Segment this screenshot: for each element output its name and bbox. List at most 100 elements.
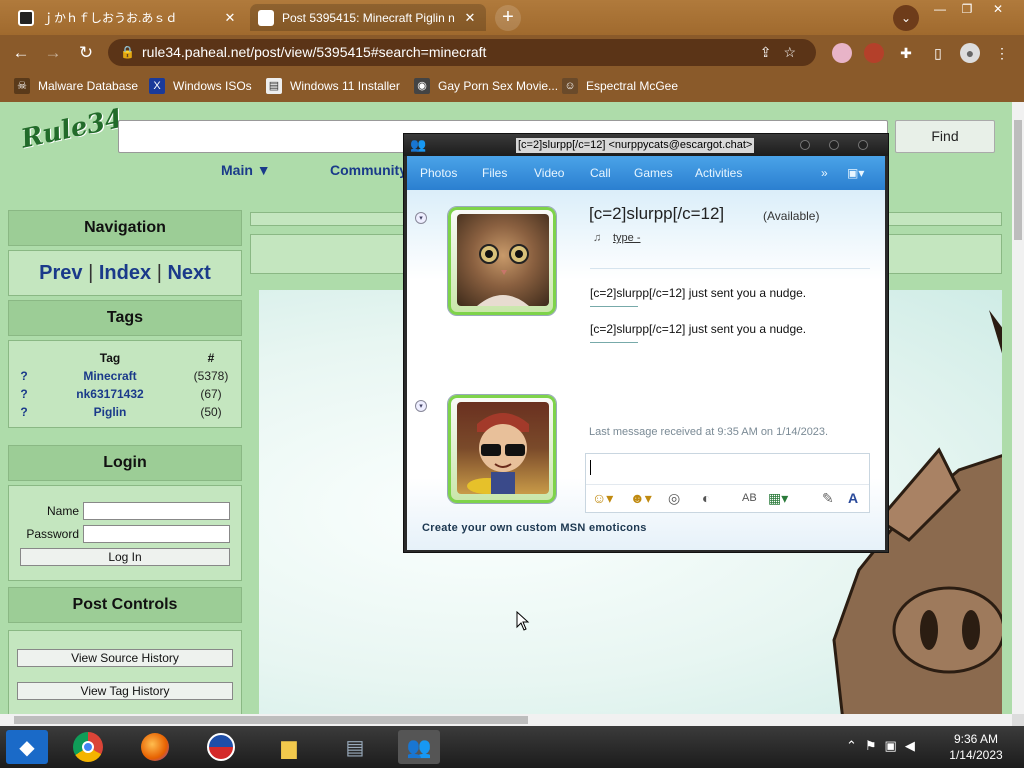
text-caret	[590, 460, 591, 475]
reload-icon[interactable]: ↻	[75, 42, 97, 64]
obama-logo-icon[interactable]	[200, 730, 242, 764]
panda-favicon-icon	[18, 9, 34, 26]
scrollbar-thumb[interactable]	[14, 716, 528, 724]
main-menu-link[interactable]: Main ▼	[221, 162, 271, 178]
browser-tab-2[interactable]: Post 5395415: Minecraft Piglin n ✕	[250, 4, 486, 31]
emoticon-ad-link[interactable]: Create your own custom MSN emoticons	[422, 522, 647, 534]
background-icon[interactable]: ▦▾	[768, 490, 788, 507]
find-button[interactable]: Find	[895, 120, 995, 153]
community-menu-link[interactable]: Community	[330, 162, 407, 178]
tab-title: Post 5395415: Minecraft Piglin n	[282, 10, 455, 25]
tab-search-chevron-icon[interactable]: ⌄	[893, 5, 919, 31]
menu-games[interactable]: Games	[634, 166, 673, 180]
bookmark-windows-11-installer[interactable]: ▤ Windows 11 Installer	[266, 77, 400, 95]
spell-check-icon[interactable]: AB	[742, 492, 757, 504]
message-input[interactable]: ☺▾ ☻▾ ◎ ◐ AB ▦▾ ✎ A	[585, 453, 870, 513]
extension-flag-icon[interactable]	[832, 43, 852, 63]
close-tab-icon[interactable]: ✕	[462, 10, 478, 26]
prev-link[interactable]: Prev	[39, 262, 82, 284]
collapse-icon[interactable]: ▾	[415, 400, 427, 412]
menu-options-icon[interactable]: ▣▾	[847, 166, 864, 180]
menu-photos[interactable]: Photos	[420, 166, 457, 180]
extension-avatar-icon[interactable]	[864, 43, 884, 63]
font-icon[interactable]: A	[848, 490, 858, 506]
profile-icon[interactable]: ●	[960, 43, 980, 63]
tag-link[interactable]: Minecraft	[39, 367, 181, 385]
tag-link[interactable]: Piglin	[39, 403, 181, 421]
clock[interactable]: 9:36 AM 1/14/2023	[938, 731, 1014, 763]
login-box: Name Password Log In	[8, 485, 242, 581]
restore-icon[interactable]: ❐	[955, 2, 979, 16]
msn-chat-window[interactable]: 👥 [c=2]slurpp[/c=12] <nurppycats@escargo…	[403, 133, 889, 553]
horizontal-scrollbar[interactable]	[0, 714, 1012, 726]
tag-help-link[interactable]: ?	[9, 385, 39, 403]
site-logo[interactable]: Rule34	[19, 104, 126, 167]
password-field[interactable]	[83, 525, 230, 543]
wink-icon[interactable]: ☻▾	[630, 490, 652, 507]
bookmark-label: Espectral McGee	[586, 79, 679, 93]
msn-messenger-icon[interactable]: 👥	[398, 730, 440, 764]
nudge-icon[interactable]: ◎	[668, 490, 680, 507]
count-column-header: #	[207, 351, 215, 365]
scrollbar-thumb[interactable]	[1014, 120, 1022, 240]
address-bar[interactable]: 🔒 rule34.paheal.net/post/view/5395415#se…	[108, 39, 816, 66]
file-explorer-icon[interactable]: ▆	[268, 730, 310, 764]
kebab-menu-icon[interactable]: ⋮	[992, 43, 1012, 63]
login-button[interactable]: Log In	[20, 548, 230, 566]
bookmarks-bar: ☠ Malware Database X Windows ISOs ▤ Wind…	[0, 70, 1024, 102]
tag-column-header: Tag	[99, 351, 121, 365]
firefox-icon[interactable]	[134, 730, 176, 764]
browser-tab-1[interactable]: ｊかｈｆしおうお.あｓｄ ✕	[10, 4, 246, 31]
system-monitor-icon[interactable]: ▤	[334, 730, 376, 764]
msn-maximize-icon[interactable]	[829, 140, 839, 150]
contact-name: [c=2]slurpp[/c=12]	[589, 204, 725, 223]
chrome-icon[interactable]	[67, 730, 109, 764]
msn-close-icon[interactable]	[858, 140, 868, 150]
bookmark-espectral-mcgee[interactable]: ☺ Espectral McGee	[562, 77, 678, 95]
puzzle-extensions-icon[interactable]: ✚	[896, 43, 916, 63]
emoticon-icon[interactable]: ☺▾	[592, 490, 613, 507]
next-link[interactable]: Next	[167, 262, 210, 284]
msn-buddy-icon: 👥	[410, 137, 427, 152]
share-and-bookmark-star-icon[interactable]: ⇪☆	[760, 39, 808, 66]
tag-count: (50)	[200, 405, 222, 419]
contact-avatar[interactable]	[447, 206, 557, 316]
new-tab-button[interactable]: +	[495, 5, 521, 31]
system-tray-icons[interactable]: ⌃⚑▣◀	[846, 738, 923, 754]
view-tag-history-button[interactable]: View Tag History	[17, 682, 233, 700]
divider	[590, 306, 638, 307]
msn-title-bar[interactable]: 👥 [c=2]slurpp[/c=12] <nurppycats@escargo…	[404, 134, 888, 156]
side-panel-icon[interactable]: ▯	[928, 43, 948, 63]
menu-video[interactable]: Video	[534, 166, 564, 180]
close-tab-icon[interactable]: ✕	[222, 10, 238, 26]
screen: { "browser": { "tabs": [ {"title": "ｊかｈｆ…	[0, 0, 1024, 768]
forward-arrow-icon[interactable]: →	[42, 42, 64, 64]
window-close-icon[interactable]: ✕	[986, 2, 1010, 16]
menu-activities[interactable]: Activities	[695, 166, 742, 180]
menu-call[interactable]: Call	[590, 166, 611, 180]
start-button-icon[interactable]: ◆	[6, 730, 48, 764]
tag-help-link[interactable]: ?	[9, 403, 39, 421]
post-controls-header: Post Controls	[8, 587, 242, 623]
bookmark-site[interactable]: ◉ Gay Porn Sex Movie...	[414, 77, 558, 95]
user-avatar[interactable]	[447, 394, 557, 504]
back-arrow-icon[interactable]: ←	[10, 42, 32, 64]
vertical-scrollbar[interactable]	[1012, 102, 1024, 714]
tag-help-link[interactable]: ?	[9, 367, 39, 385]
minimize-icon[interactable]: —	[928, 2, 952, 16]
menu-more-chevron[interactable]: »	[821, 166, 828, 180]
bookmark-label: Windows 11 Installer	[290, 79, 400, 93]
tag-count: (67)	[200, 387, 222, 401]
index-link[interactable]: Index	[99, 262, 151, 284]
tag-link[interactable]: nk63171432	[39, 385, 181, 403]
collapse-icon[interactable]: ▾	[415, 212, 427, 224]
bookmark-malware-database[interactable]: ☠ Malware Database	[14, 77, 138, 95]
view-source-history-button[interactable]: View Source History	[17, 649, 233, 667]
prev-next-box: Prev | Index | Next	[8, 250, 242, 296]
voice-clip-icon[interactable]: ◐	[702, 490, 710, 506]
msn-minimize-icon[interactable]	[800, 140, 810, 150]
handwriting-icon[interactable]: ✎	[822, 490, 834, 507]
name-field[interactable]	[83, 502, 230, 520]
bookmark-windows-isos[interactable]: X Windows ISOs	[149, 77, 252, 95]
menu-files[interactable]: Files	[482, 166, 507, 180]
